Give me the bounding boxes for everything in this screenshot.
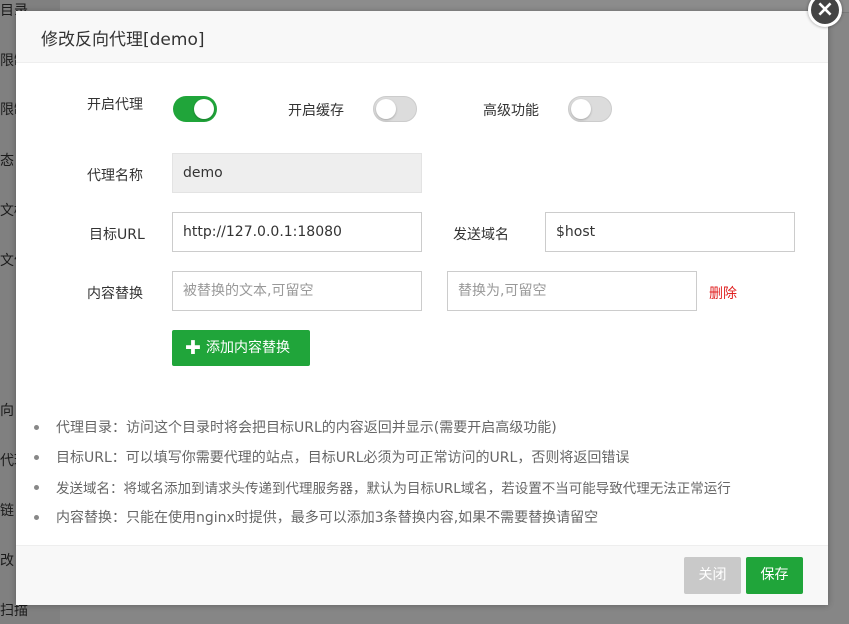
send-domain-input[interactable]	[545, 212, 795, 252]
add-button-label: 添加内容替换	[206, 340, 290, 356]
toggle-knob	[376, 99, 396, 119]
enable-proxy-toggle[interactable]	[173, 96, 217, 122]
toggle-knob	[194, 99, 214, 119]
bullet-icon	[34, 455, 39, 460]
tip-text: 内容替换：只能在使用nginx时提供，最多可以添加3条替换内容,如果不需要替换请…	[56, 510, 599, 526]
add-content-replace-button[interactable]: ✚ 添加内容替换	[172, 330, 310, 366]
enable-cache-label: 开启缓存	[288, 103, 344, 119]
tip-text: 目标URL：可以填写你需要代理的站点，目标URL必须为可正常访问的URL，否则将…	[56, 450, 630, 466]
dialog-footer: 关闭 保存	[16, 545, 828, 605]
enable-proxy-label: 开启代理	[87, 97, 143, 113]
tip-text: 发送域名：将域名添加到请求头传递到代理服务器，默认为目标URL域名，若设置不当可…	[56, 481, 731, 497]
reverse-proxy-dialog: 修改反向代理[demo] × 开启代理 开启缓存 高级功能 代理名称 目标URL…	[16, 0, 842, 605]
bullet-icon	[34, 515, 39, 520]
replace-to-input[interactable]	[447, 271, 697, 311]
advanced-toggle[interactable]	[568, 96, 612, 122]
proxy-name-input	[172, 153, 422, 193]
bullet-icon	[34, 425, 39, 430]
target-url-label: 目标URL	[89, 227, 145, 243]
dialog-title: 修改反向代理[demo]	[41, 30, 205, 50]
proxy-name-label: 代理名称	[87, 168, 143, 184]
replace-from-input[interactable]	[172, 271, 422, 311]
bullet-icon	[34, 485, 39, 490]
tip-text: 代理目录：访问这个目录时将会把目标URL的内容返回并显示(需要开启高级功能)	[56, 420, 557, 436]
save-button[interactable]: 保存	[746, 557, 803, 594]
advanced-label: 高级功能	[483, 103, 539, 119]
enable-cache-toggle[interactable]	[373, 96, 417, 122]
toggle-knob	[571, 99, 591, 119]
close-button[interactable]: 关闭	[684, 557, 741, 594]
delete-replace-link[interactable]: 删除	[709, 283, 737, 303]
content-replace-label: 内容替换	[87, 286, 143, 302]
plus-icon: ✚	[185, 337, 201, 359]
target-url-input[interactable]	[172, 212, 422, 252]
dialog-header: 修改反向代理[demo]	[16, 11, 828, 63]
send-domain-label: 发送域名	[453, 227, 509, 243]
